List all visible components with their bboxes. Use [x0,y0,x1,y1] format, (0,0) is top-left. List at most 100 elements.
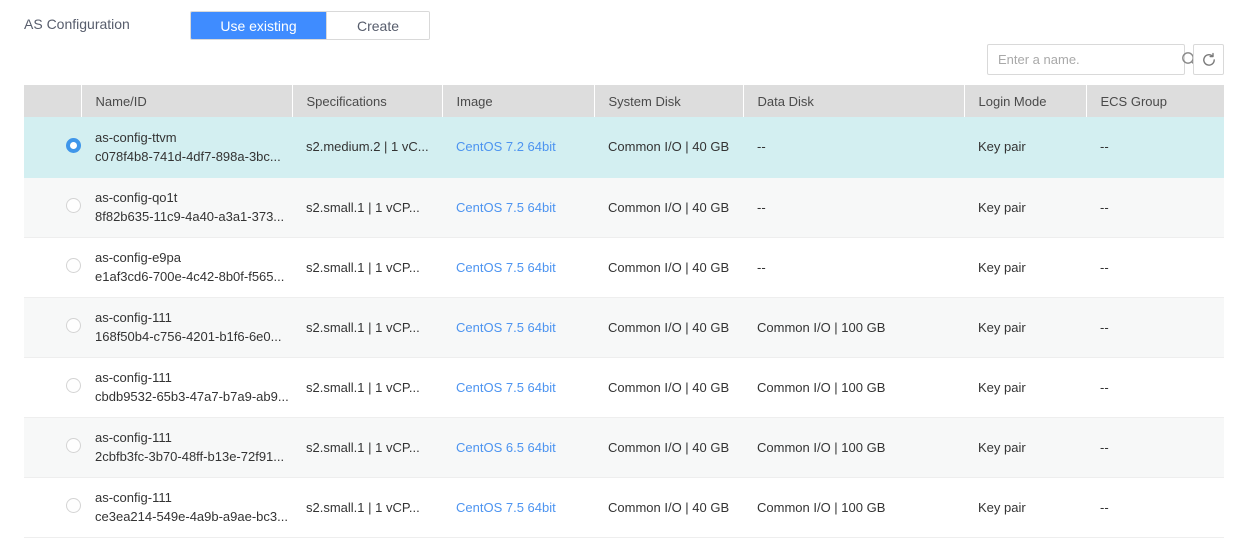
cell-ecs-group: -- [1086,357,1224,418]
config-name: as-config-qo1t [95,190,178,205]
table-row[interactable]: as-config-e9pa e1af3cd6-700e-4c42-8b0f-f5… [24,237,1224,298]
table-body: as-config-ttvm c078f4b8-741d-4df7-898a-3b… [24,117,1224,538]
config-name: as-config-e9pa [95,250,181,265]
tab-use-existing[interactable]: Use existing [191,12,326,39]
config-name: as-config-111 [95,490,172,505]
cell-name-id: as-config-111 cbdb9532-65b3-47a7-b7a9-ab9… [81,357,292,418]
search-box[interactable] [987,44,1197,75]
table-row[interactable]: as-config-ttvm c078f4b8-741d-4df7-898a-3b… [24,117,1224,178]
table-row[interactable]: as-config-111 168f50b4-c756-4201-b1f6-6e0… [24,297,1224,358]
cell-system-disk: Common I/O | 40 GB [594,237,743,298]
cell-specifications: s2.medium.2 | 1 vC... [292,117,442,178]
tab-create[interactable]: Create [326,12,429,39]
cell-name-id: as-config-111 ce3ea214-549e-4a9b-a9ae-bc3… [81,477,292,538]
cell-login-mode: Key pair [964,177,1086,238]
cell-login-mode: Key pair [964,237,1086,298]
cell-ecs-group: -- [1086,477,1224,538]
cell-login-mode: Key pair [964,357,1086,418]
cell-image: CentOS 7.5 64bit [442,177,594,238]
cell-name-id: as-config-e9pa e1af3cd6-700e-4c42-8b0f-f5… [81,237,292,298]
row-select-cell[interactable] [24,477,81,538]
cell-name-id: as-config-111 2cbfb3fc-3b70-48ff-b13e-72f… [81,417,292,478]
search-toolbar [987,44,1224,75]
cell-login-mode: Key pair [964,477,1086,538]
cell-name-id: as-config-ttvm c078f4b8-741d-4df7-898a-3b… [81,117,292,178]
image-link[interactable]: CentOS 7.5 64bit [456,200,556,215]
cell-specifications: s2.small.1 | 1 vCP... [292,357,442,418]
column-header-name-id: Name/ID [81,85,293,117]
cell-system-disk: Common I/O | 40 GB [594,177,743,238]
cell-specifications: s2.small.1 | 1 vCP... [292,177,442,238]
column-header-data-disk: Data Disk [743,85,965,117]
cell-ecs-group: -- [1086,237,1224,298]
cell-login-mode: Key pair [964,297,1086,358]
image-link[interactable]: CentOS 7.5 64bit [456,260,556,275]
cell-name-id: as-config-qo1t 8f82b635-11c9-4a40-a3a1-37… [81,177,292,238]
radio-button[interactable] [66,318,81,333]
cell-image: CentOS 6.5 64bit [442,417,594,478]
as-configuration-label: AS Configuration [24,16,130,32]
as-config-mode-toggle[interactable]: Use existing Create [190,11,430,40]
cell-ecs-group: -- [1086,117,1224,178]
column-header-login-mode: Login Mode [964,85,1087,117]
row-select-cell[interactable] [24,297,81,358]
table-header-row: Name/ID Specifications Image System Disk… [24,85,1224,117]
cell-ecs-group: -- [1086,297,1224,358]
config-name: as-config-111 [95,310,172,325]
cell-data-disk: Common I/O | 100 GB [743,477,964,538]
cell-image: CentOS 7.2 64bit [442,117,594,178]
row-select-cell[interactable] [24,237,81,298]
cell-data-disk: Common I/O | 100 GB [743,417,964,478]
row-select-cell[interactable] [24,417,81,478]
cell-system-disk: Common I/O | 40 GB [594,357,743,418]
column-header-image: Image [442,85,595,117]
config-name: as-config-ttvm [95,129,177,145]
row-select-cell[interactable] [24,357,81,418]
cell-system-disk: Common I/O | 40 GB [594,477,743,538]
cell-specifications: s2.small.1 | 1 vCP... [292,297,442,358]
refresh-button[interactable] [1193,44,1224,75]
config-id: 8f82b635-11c9-4a40-a3a1-373... [95,209,285,224]
cell-data-disk: Common I/O | 100 GB [743,297,964,358]
table-row[interactable]: as-config-111 ce3ea214-549e-4a9b-a9ae-bc3… [24,477,1224,538]
cell-specifications: s2.small.1 | 1 vCP... [292,237,442,298]
cell-ecs-group: -- [1086,417,1224,478]
column-header-select [24,85,82,117]
config-name: as-config-111 [95,370,172,385]
config-id: 2cbfb3fc-3b70-48ff-b13e-72f91... [95,449,285,464]
cell-data-disk: Common I/O | 100 GB [743,357,964,418]
radio-button[interactable] [66,198,81,213]
cell-system-disk: Common I/O | 40 GB [594,297,743,358]
cell-data-disk: -- [743,117,964,178]
image-link[interactable]: CentOS 6.5 64bit [456,440,556,455]
cell-image: CentOS 7.5 64bit [442,477,594,538]
radio-button[interactable] [66,498,81,513]
search-input[interactable] [998,45,1174,74]
radio-button[interactable] [66,378,81,393]
cell-image: CentOS 7.5 64bit [442,297,594,358]
cell-data-disk: -- [743,177,964,238]
table-row[interactable]: as-config-111 cbdb9532-65b3-47a7-b7a9-ab9… [24,357,1224,418]
column-header-ecs-group: ECS Group [1086,85,1224,117]
table-row[interactable]: as-config-qo1t 8f82b635-11c9-4a40-a3a1-37… [24,177,1224,238]
table-row[interactable]: as-config-111 2cbfb3fc-3b70-48ff-b13e-72f… [24,417,1224,478]
radio-button[interactable] [66,258,81,273]
config-id: e1af3cd6-700e-4c42-8b0f-f565... [95,269,285,284]
row-select-cell[interactable] [24,177,81,238]
config-name: as-config-111 [95,430,172,445]
cell-data-disk: -- [743,237,964,298]
cell-ecs-group: -- [1086,177,1224,238]
image-link[interactable]: CentOS 7.5 64bit [456,320,556,335]
config-id: cbdb9532-65b3-47a7-b7a9-ab9... [95,389,289,404]
cell-image: CentOS 7.5 64bit [442,237,594,298]
image-link[interactable]: CentOS 7.2 64bit [456,139,556,154]
cell-name-id: as-config-111 168f50b4-c756-4201-b1f6-6e0… [81,297,292,358]
image-link[interactable]: CentOS 7.5 64bit [456,380,556,395]
radio-button[interactable] [66,438,81,453]
image-link[interactable]: CentOS 7.5 64bit [456,500,556,515]
radio-button[interactable] [66,137,81,153]
row-select-cell[interactable] [24,117,81,178]
as-configuration-table: Name/ID Specifications Image System Disk… [24,85,1224,542]
cell-login-mode: Key pair [964,117,1086,178]
cell-login-mode: Key pair [964,417,1086,478]
